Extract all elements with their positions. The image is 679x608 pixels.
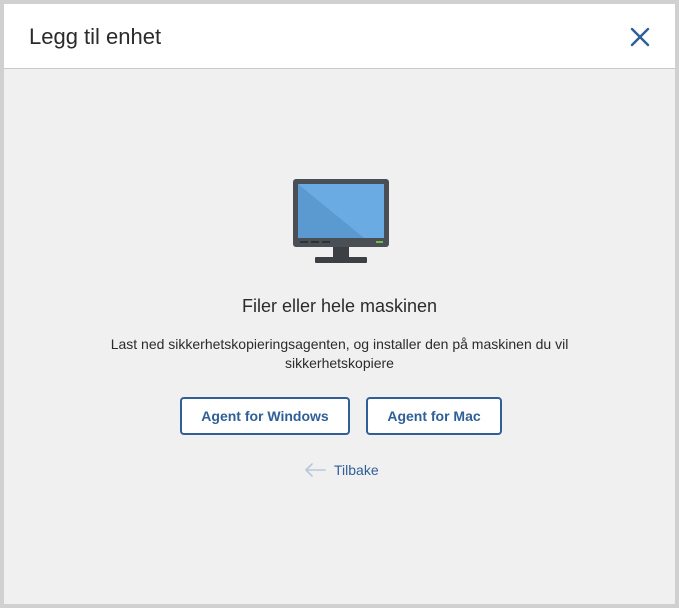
back-label: Tilbake [334,462,379,478]
back-link[interactable]: Tilbake [304,460,379,480]
arrow-left-icon [305,463,326,477]
agent-for-mac-button[interactable]: Agent for Mac [366,397,502,435]
section-description: Last ned sikkerhetskopieringsagenten, og… [110,336,569,371]
dialog-header: Legg til enhet [4,4,675,69]
section-heading: Filer eller hele maskinen [241,296,438,316]
dialog-title: Legg til enhet [29,24,162,49]
close-button[interactable] [628,25,652,49]
close-icon [630,27,650,47]
monitor-icon [291,179,391,265]
add-device-dialog: Legg til enhet Filer eller hele maskinen… [4,4,675,604]
agent-for-windows-button[interactable]: Agent for Windows [180,397,350,435]
